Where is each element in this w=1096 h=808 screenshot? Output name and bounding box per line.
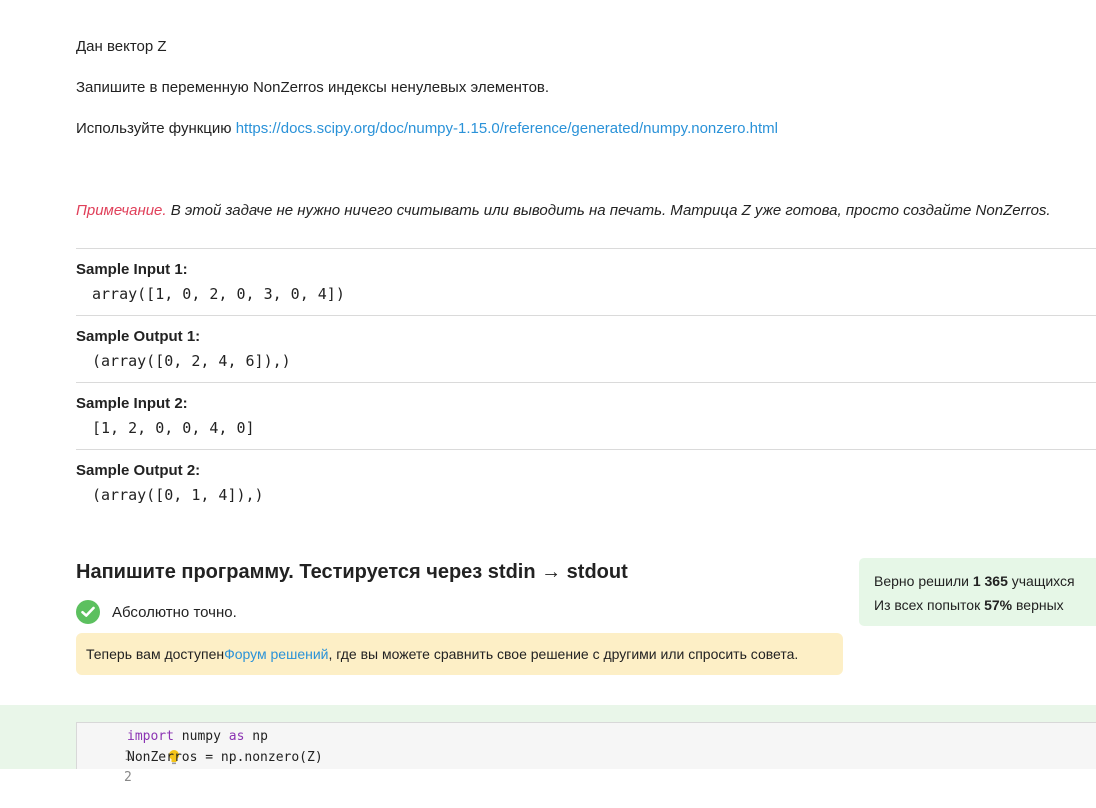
sample-output-1-code: (array([0, 2, 4, 6]),) <box>92 352 291 370</box>
task-line-2: Запишите в переменную NonZerros индексы … <box>76 79 550 96</box>
task-line-3-prefix: Используйте функцию <box>76 120 236 137</box>
code-token: numpy <box>173 729 229 744</box>
stats-panel: Верно решили 1 365 учащихся Из всех попы… <box>859 558 1096 626</box>
task-line-3: Используйте функцию https://docs.scipy.o… <box>76 119 778 139</box>
forum-suffix: , где вы можете сравнить свое решение с … <box>328 646 799 662</box>
sample-output-2-title: Sample Output 2: <box>76 462 201 479</box>
code-editor[interactable]: 1 import numpy as np 2 NonZerros = np.no… <box>76 722 1096 785</box>
divider <box>76 315 1096 316</box>
sample-output-2-code: (array([0, 1, 4]),) <box>92 486 264 504</box>
stats-attempts-percent: 57% <box>984 597 1013 613</box>
stats-attempts-suffix: верных <box>1012 597 1064 613</box>
sample-input-2-code: [1, 2, 0, 0, 4, 0] <box>92 419 255 437</box>
code-line-2[interactable]: 2 NonZerros = np.nonzero(Z) <box>77 748 323 785</box>
task-note: Примечание. В этой задаче не нужно ничег… <box>76 201 1051 221</box>
numpy-nonzero-link[interactable]: https://docs.scipy.org/doc/numpy-1.15.0/… <box>236 120 778 137</box>
sample-output-1-title: Sample Output 1: <box>76 328 201 345</box>
line-number: 2 <box>123 770 132 785</box>
code-token: np <box>244 729 268 744</box>
keyword-as: as <box>228 729 245 744</box>
stats-attempts: Из всех попыток 57% верных <box>874 593 1081 617</box>
note-label: Примечание. <box>76 202 167 219</box>
stats-solved-suffix: учащихся <box>1007 573 1075 589</box>
code-text: NonZerros = np.nonzero(Z) <box>127 750 323 765</box>
check-circle-icon <box>76 600 100 624</box>
forum-banner: Теперь вам доступен Форум решений , где … <box>76 633 843 675</box>
sample-input-1-code: array([1, 0, 2, 0, 3, 0, 4]) <box>92 285 345 303</box>
note-text: В этой задаче не нужно ничего считывать … <box>166 202 1051 219</box>
sample-input-2-title: Sample Input 2: <box>76 395 188 412</box>
stats-solved-count: 1 365 <box>972 573 1008 589</box>
section-title: Напишите программу. Тестируется через st… <box>76 561 628 583</box>
task-line-1: Дан вектор Z <box>76 38 167 55</box>
stats-attempts-prefix: Из всех попыток <box>874 597 985 613</box>
divider <box>76 449 1096 450</box>
divider <box>76 382 1096 383</box>
stats-solved: Верно решили 1 365 учащихся <box>874 569 1081 593</box>
sample-input-1-title: Sample Input 1: <box>76 261 188 278</box>
stats-solved-prefix: Верно решили <box>874 573 973 589</box>
forum-link[interactable]: Форум решений <box>224 646 328 662</box>
status-row: Абсолютно точно. <box>76 600 237 624</box>
gutter: 1 <box>77 727 179 765</box>
forum-prefix: Теперь вам доступен <box>86 646 225 662</box>
gutter: 2 <box>77 748 132 785</box>
status-text: Абсолютно точно. <box>112 603 237 621</box>
divider <box>76 248 1096 249</box>
code-line-1[interactable]: 1 import numpy as np <box>77 727 268 765</box>
